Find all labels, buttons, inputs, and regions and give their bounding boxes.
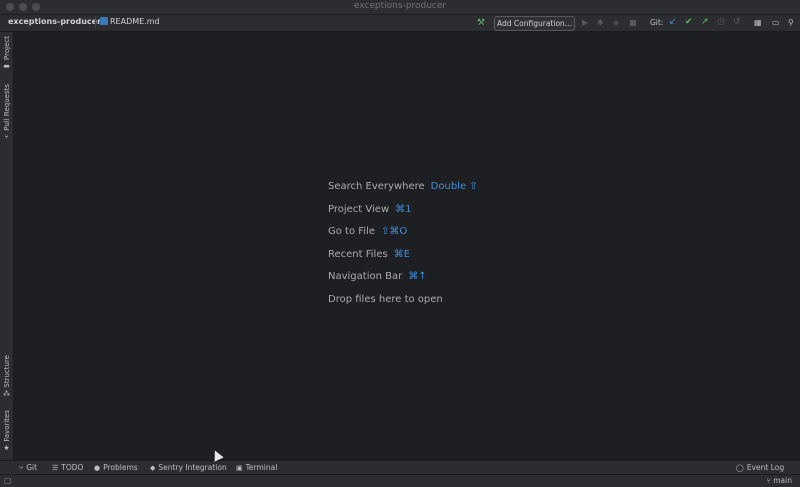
coverage-icon[interactable]: ◈ — [613, 18, 619, 27]
tab-pull-requests[interactable]: Pull Requests ⑂ — [1, 84, 12, 141]
debug-icon[interactable]: ✱ — [597, 18, 604, 27]
event-log-icon: ◯ — [736, 464, 744, 472]
sentry-icon: ◆ — [150, 464, 156, 472]
tab-project[interactable]: Project ▬ — [1, 36, 12, 70]
shortcut-navigation-bar: ⌘↑ — [408, 271, 427, 282]
navigation-bar: exceptions-producer README.md ⚒ Add Conf… — [0, 15, 800, 32]
git-rollback-icon[interactable]: ↺ — [733, 17, 741, 27]
markdown-file-icon — [100, 17, 108, 25]
pull-request-icon: ⑂ — [4, 132, 9, 141]
breadcrumb-file-label: README.md — [110, 17, 160, 26]
window-title: exceptions-producer — [353, 1, 447, 11]
hint-project-view: Project View ⌘1 — [328, 203, 412, 215]
shortcut-go-to-file: ⇧⌘O — [381, 226, 408, 237]
project-structure-icon[interactable]: ▦ — [754, 18, 762, 27]
git-update-icon[interactable]: ↙ — [669, 17, 677, 27]
tab-terminal[interactable]: ▣ Terminal — [236, 463, 277, 472]
tab-git[interactable]: ⑂ Git — [19, 463, 37, 472]
terminal-icon: ▣ — [236, 464, 243, 472]
tab-project-label: Project — [2, 36, 11, 60]
git-history-icon[interactable]: ◷ — [717, 17, 725, 27]
add-configuration-button[interactable]: Add Configuration... — [494, 16, 575, 31]
breadcrumb-separator — [95, 17, 96, 28]
folder-icon: ▬ — [3, 61, 10, 70]
event-log-button[interactable]: ◯ Event Log — [736, 463, 784, 472]
git-commit-icon[interactable]: ✔ — [685, 17, 693, 27]
empty-editor-hints: Search Everywhere Double ⇧ Project View ⌘1… — [328, 181, 478, 316]
toggle-tool-windows-icon[interactable]: ▢ — [4, 476, 12, 485]
tab-problems[interactable]: ● Problems — [94, 463, 138, 472]
structure-icon: ⁂ — [3, 389, 10, 398]
shortcut-project-view: ⌘1 — [395, 203, 412, 215]
run-icon[interactable]: ▶ — [582, 18, 588, 27]
shortcut-recent-files: ⌘E — [393, 248, 411, 260]
hint-go-to-file: Go to File ⇧⌘O — [328, 226, 408, 237]
status-bar: ▢ ⑂ main — [0, 474, 800, 487]
build-hammer-icon[interactable]: ⚒ — [477, 18, 485, 28]
tab-structure[interactable]: Structure ⁂ — [1, 355, 12, 398]
info-icon: ● — [94, 464, 101, 472]
tab-favorites[interactable]: Favorites ★ — [1, 410, 12, 452]
git-label: Git: — [650, 18, 664, 27]
tab-sentry-integration[interactable]: ◆ Sentry Integration — [150, 463, 227, 472]
title-bar: exceptions-producer — [0, 0, 800, 15]
breadcrumb-file[interactable]: README.md — [100, 17, 160, 26]
hint-drop-files: Drop files here to open — [328, 293, 443, 305]
git-branch-widget[interactable]: ⑂ main — [766, 476, 792, 485]
list-icon: ☰ — [52, 464, 59, 472]
tab-todo[interactable]: ☰ TODO — [52, 463, 83, 472]
tab-favorites-label: Favorites — [2, 410, 11, 442]
shortcut-search-everywhere: Double ⇧ — [430, 181, 478, 192]
layout-icon[interactable]: ▭ — [772, 18, 780, 27]
git-push-icon[interactable]: ↗ — [701, 17, 709, 27]
stop-icon[interactable]: ■ — [629, 18, 637, 27]
tab-pull-requests-label: Pull Requests — [2, 84, 11, 131]
hint-search-everywhere: Search Everywhere Double ⇧ — [328, 181, 478, 192]
hint-navigation-bar: Navigation Bar ⌘↑ — [328, 271, 427, 282]
search-icon[interactable]: ⚲ — [788, 18, 794, 27]
bottom-tool-bar: ⑂ Git ☰ TODO ● Problems ◆ Sentry Integration… — [0, 460, 800, 474]
tab-structure-label: Structure — [2, 355, 11, 388]
star-icon: ★ — [3, 443, 10, 452]
hint-recent-files: Recent Files ⌘E — [328, 248, 411, 260]
breadcrumb-project[interactable]: exceptions-producer — [8, 17, 101, 26]
branch-icon: ⑂ — [19, 464, 24, 472]
left-tool-strip: Project ▬ Pull Requests ⑂ Structure ⁂ Fa… — [0, 32, 14, 460]
